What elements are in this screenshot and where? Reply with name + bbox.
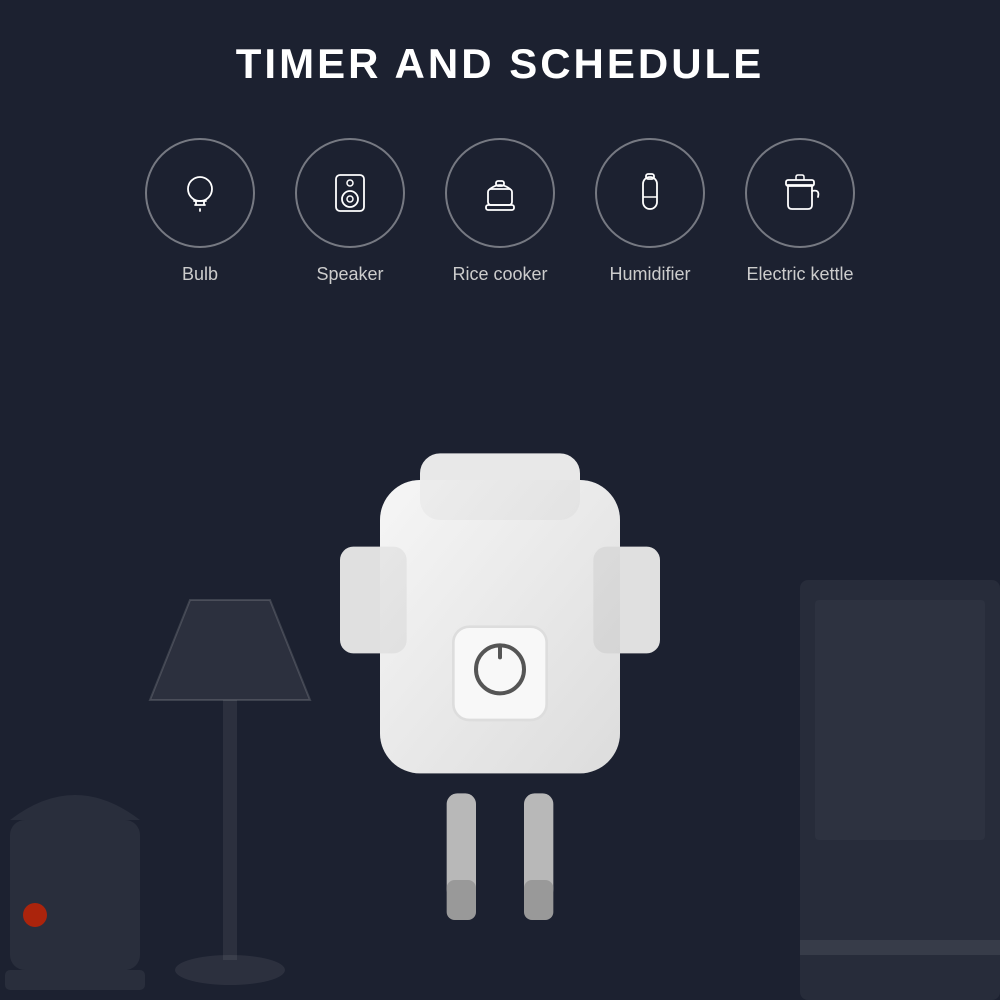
lamp-silhouette (120, 540, 340, 1000)
rice-cooker-label: Rice cooker (452, 264, 547, 285)
icon-circle-humidifier (595, 138, 705, 248)
main-container: TIMER AND SCHEDULE Bulb (0, 0, 1000, 1000)
humidifier-label: Humidifier (609, 264, 690, 285)
page-title: TIMER AND SCHEDULE (0, 40, 1000, 88)
title-section: TIMER AND SCHEDULE (0, 0, 1000, 118)
icon-item-electric-kettle: Electric kettle (745, 138, 855, 285)
tv-silhouette (800, 580, 1000, 1000)
icon-circle-bulb (145, 138, 255, 248)
electric-kettle-icon (774, 167, 826, 219)
icon-circle-rice-cooker (445, 138, 555, 248)
speaker-icon (324, 167, 376, 219)
ricecooker-bg-silhouette (0, 740, 150, 1000)
icon-circle-electric-kettle (745, 138, 855, 248)
bulb-label: Bulb (182, 264, 218, 285)
icons-row: Bulb Speaker (0, 118, 1000, 305)
icon-item-humidifier: Humidifier (595, 138, 705, 285)
humidifier-icon (624, 167, 676, 219)
electric-kettle-label: Electric kettle (746, 264, 853, 285)
icon-item-bulb: Bulb (145, 138, 255, 285)
bulb-icon (174, 167, 226, 219)
icon-item-speaker: Speaker (295, 138, 405, 285)
rice-cooker-icon (474, 167, 526, 219)
icon-item-rice-cooker: Rice cooker (445, 138, 555, 285)
icon-circle-speaker (295, 138, 405, 248)
scene-container (0, 440, 1000, 1000)
speaker-label: Speaker (316, 264, 383, 285)
